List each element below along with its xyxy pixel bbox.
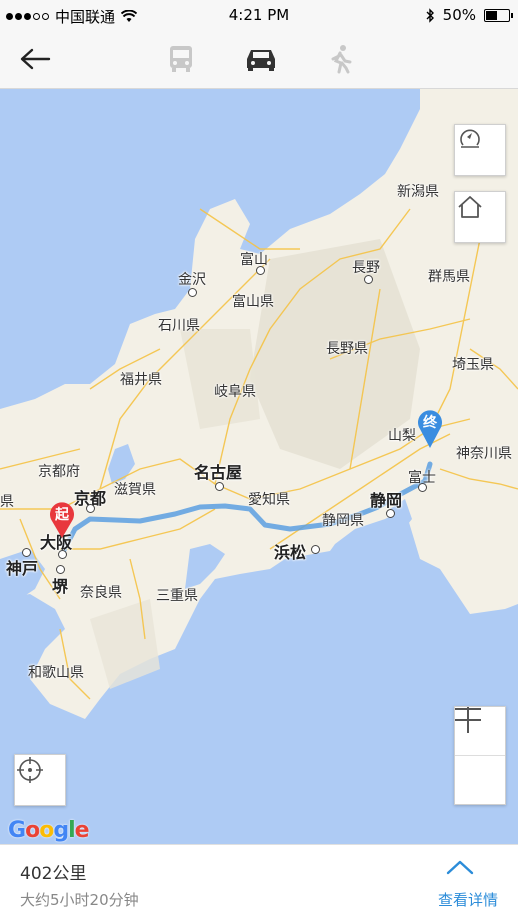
plus-icon [455,707,481,733]
zoom-controls [454,706,506,805]
label-nagano-pref: 長野県 [326,341,368,357]
status-bar: 中国联通 4:21 PM 50% [0,0,518,30]
label-toyama-pref: 富山県 [232,294,274,310]
label-hyogo-partial: 県 [0,494,14,510]
route-summary-panel: 402公里 大约5小时20分钟 查看详情 [0,844,518,921]
start-marker-label: 起 [55,507,69,523]
label-aichi: 愛知県 [248,492,290,508]
label-shiga: 滋賀県 [114,482,156,498]
label-mie: 三重県 [156,588,198,604]
zoom-in-button[interactable] [455,707,505,804]
drive-mode-button[interactable] [236,30,286,88]
city-dot-hamamatsu [311,545,320,554]
view-details-button[interactable]: 查看详情 [438,889,498,910]
locate-button[interactable] [14,754,66,806]
city-dot-nagano [364,275,373,284]
label-nagano: 長野 [352,260,380,276]
bus-icon [170,46,192,72]
label-shizuoka-pref: 静岡県 [322,513,364,529]
compass-icon [460,129,480,148]
back-button[interactable] [10,30,60,88]
city-dot-toyama [256,266,265,275]
city-dot-nagoya [215,482,224,491]
end-marker-label: 终 [423,415,437,431]
route-distance: 402公里 [20,864,87,884]
city-dot-fuji [418,483,427,492]
chevron-up-icon[interactable] [446,859,474,879]
car-icon [247,50,275,71]
label-kanazawa: 金沢 [178,272,206,288]
city-dot-kanazawa [188,288,197,297]
map-view[interactable]: 新潟県 富山 長野 群馬県 金沢 富山県 石川県 長野県 埼玉県 福井県 岐阜県… [0,89,518,844]
walk-mode-button[interactable] [316,30,366,88]
city-dot-osaka [58,550,67,559]
label-kobe: 神戸 [6,559,39,578]
label-fukui: 福井県 [120,372,162,388]
transit-mode-button[interactable] [156,30,206,88]
battery-percent: 50% [442,6,476,24]
route-duration: 大约5小时20分钟 [20,891,139,909]
label-sakai: 堺 [52,577,69,596]
label-wakayama: 和歌山県 [28,665,84,681]
google-logo: Google [8,818,90,843]
city-dot-kyoto [86,504,95,513]
walk-icon [331,45,352,74]
label-yamanashi: 山梨 [388,428,416,444]
label-hamamatsu: 浜松 [274,543,307,562]
start-marker[interactable]: 起 [48,499,76,539]
end-marker[interactable]: 终 [416,407,444,449]
compass-button[interactable] [454,124,506,176]
bluetooth-icon [426,7,434,23]
label-kyoto-pref: 京都府 [38,464,80,480]
label-shizuoka: 静岡 [370,491,403,510]
home-icon [458,196,482,218]
label-gifu: 岐阜県 [214,384,256,400]
nav-bar [0,30,518,89]
label-toyama: 富山 [240,252,268,268]
locate-icon [17,757,43,783]
label-nara: 奈良県 [80,585,122,601]
land-area [0,89,518,719]
label-niigata-pref: 新潟県 [397,184,439,200]
label-nagoya: 名古屋 [194,463,243,482]
label-ishikawa: 石川県 [158,318,200,334]
battery-icon [484,8,513,22]
label-kanagawa: 神奈川県 [456,446,512,462]
arrow-left-icon [20,48,51,70]
label-saitama: 埼玉県 [452,357,494,373]
label-gunma: 群馬県 [428,269,470,285]
city-dot-shizuoka [386,509,395,518]
home-button[interactable] [454,191,506,243]
